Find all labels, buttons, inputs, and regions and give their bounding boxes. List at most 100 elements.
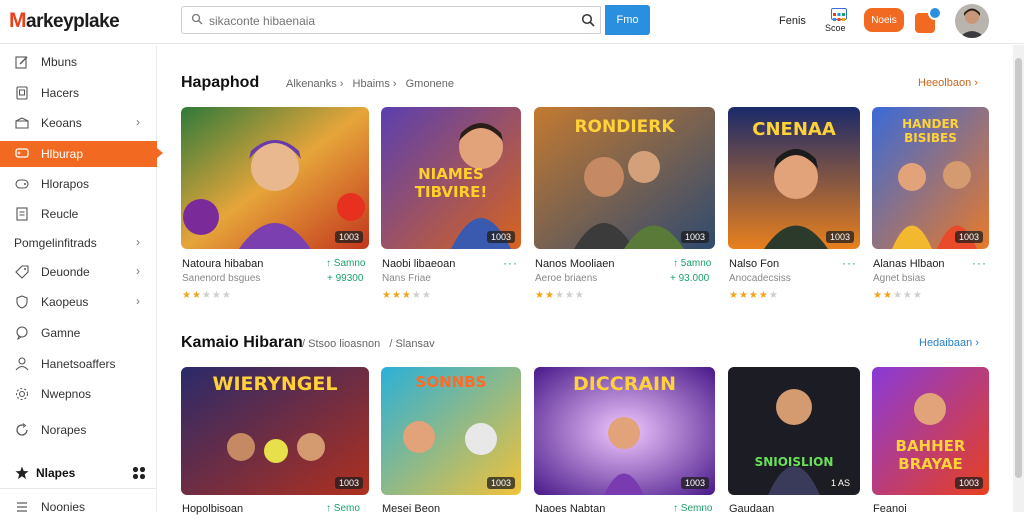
price-tag: 1003 <box>680 231 709 243</box>
search-box[interactable] <box>181 6 601 34</box>
more-options-icon[interactable]: ··· <box>842 256 857 270</box>
price-tag: 1003 <box>486 477 515 489</box>
price-tag: 1003 <box>334 231 363 243</box>
card-title[interactable]: Mesei Beon <box>382 503 440 515</box>
game-card[interactable]: HANDER BISIBES 1003 Alanas Hlbaon Agnet … <box>872 107 1024 307</box>
gamepad-icon <box>15 148 29 158</box>
card-title[interactable]: Nalso Fon <box>729 258 779 270</box>
rating-stars: ★★★★★ <box>729 290 779 301</box>
search-icon <box>191 13 203 25</box>
sidebar-item-hlburap[interactable]: Hlburap <box>0 141 163 167</box>
sidebar-item-gamne[interactable]: Gamne <box>0 321 157 345</box>
price-tag: 1003 <box>825 231 854 243</box>
see-all-link[interactable]: Hedaibaan › <box>919 337 979 349</box>
search-input[interactable] <box>209 11 549 31</box>
sidebar: Mbuns Hacers Keoans › Hlburap Hlorapos R… <box>0 45 163 514</box>
more-options-icon[interactable]: ··· <box>503 256 518 270</box>
apps-menu[interactable]: Scoe <box>825 8 850 33</box>
avatar[interactable] <box>955 4 989 38</box>
game-thumbnail[interactable]: WIERYNGEL 1003 <box>181 367 369 495</box>
top-nav-link[interactable]: Fenis <box>779 15 806 27</box>
thumbnail-art-title: RONDIERK <box>574 117 675 137</box>
section-title: Hapaphod <box>181 74 260 91</box>
breadcrumb-item[interactable]: Hbaims › <box>353 78 397 90</box>
magnifier-icon[interactable] <box>581 13 595 27</box>
game-card[interactable]: 1003 Natoura hibaban Sanenord bsgues ↑ S… <box>181 107 369 307</box>
game-card[interactable]: DICCRAIN 1003 Naoes Nabtan ↑ Semno <box>534 367 722 515</box>
more-options-icon[interactable]: ··· <box>972 256 987 270</box>
card-subtitle: Sanenord bsgues <box>182 273 261 284</box>
game-thumbnail[interactable]: HANDER BISIBES 1003 <box>872 107 989 249</box>
card-title[interactable]: Hopolbisoan <box>182 503 243 515</box>
grid-icon <box>831 8 847 21</box>
breadcrumb-item[interactable]: / Slansav <box>389 338 434 350</box>
card-title[interactable]: Alanas Hlbaon <box>873 258 945 270</box>
breadcrumb-item[interactable]: / Stsoo lioasnon <box>302 338 380 350</box>
search-button[interactable]: Fmo <box>605 5 650 35</box>
sidebar-item-mbuns[interactable]: Mbuns <box>0 50 157 74</box>
brand-logo[interactable]: Markeyplake <box>9 9 120 33</box>
game-thumbnail[interactable]: SNIOISLION 1 AS <box>728 367 860 495</box>
game-card[interactable]: BAHHER BRAYAE 1003 Feanoi <box>872 367 1024 515</box>
sidebar-item-hacers[interactable]: Hacers <box>0 81 157 105</box>
section-header: Kamaio Hibaran / Stsoo lioasnon / Slansa… <box>181 334 991 354</box>
sidebar-item-noonies[interactable]: Noonies <box>0 495 157 519</box>
sidebar-item-pomgelinfitrads[interactable]: Pomgelinfitrads › <box>0 231 157 255</box>
card-title[interactable]: Natoura hibaban <box>182 258 263 270</box>
breadcrumb-item[interactable]: Gmonene <box>406 78 454 90</box>
card-title[interactable]: Naoes Nabtan <box>535 503 605 515</box>
sidebar-item-reucle[interactable]: Reucle <box>0 202 157 226</box>
chevron-right-icon: › <box>136 235 140 249</box>
price-label: ↑ 5amno <box>673 258 712 269</box>
notification-badge <box>928 6 942 20</box>
box-icon <box>15 117 29 129</box>
sidebar-item-label: Kaopeus <box>41 295 89 309</box>
game-thumbnail[interactable]: DICCRAIN 1003 <box>534 367 715 495</box>
game-card[interactable]: RONDIERK 1003 Nanos Mooliaen Aeroe briae… <box>534 107 722 307</box>
sidebar-item-nwepnos[interactable]: Nwepnos <box>0 382 157 406</box>
game-thumbnail[interactable]: CNENAA 1003 <box>728 107 860 249</box>
game-thumbnail[interactable]: BAHHER BRAYAE 1003 <box>872 367 989 495</box>
game-thumbnail[interactable]: SONNBS 1003 <box>381 367 521 495</box>
breadcrumb-item[interactable]: Alkenanks › <box>286 78 343 90</box>
game-card[interactable]: WIERYNGEL 1003 Hopolbisoan ↑ Semo <box>181 367 369 515</box>
sidebar-item-keoans[interactable]: Keoans › <box>0 111 157 135</box>
sidebar-item-hlorapos[interactable]: Hlorapos <box>0 172 157 196</box>
sidebar-section-nlapes[interactable]: Nlapes <box>0 461 157 485</box>
game-thumbnail[interactable]: 1003 <box>181 107 369 249</box>
sidebar-item-kaopeus[interactable]: Kaopeus › <box>0 290 157 314</box>
price-label: ↑ Samno <box>326 258 366 269</box>
see-all-link[interactable]: Heeolbaon › <box>918 77 978 89</box>
card-title[interactable]: Gaudaan <box>729 503 774 515</box>
sidebar-item-hanetsoaffers[interactable]: Hanetsoaffers <box>0 352 157 376</box>
sidebar-item-label: Hlorapos <box>41 177 90 191</box>
apps-grid-icon[interactable] <box>132 466 146 480</box>
file-icon <box>16 207 28 221</box>
sidebar-item-label: Gamne <box>41 326 81 340</box>
game-thumbnail[interactable]: NIAMES TIBVIRE! 1003 <box>381 107 521 249</box>
puzzle-icon <box>15 466 29 479</box>
thumbnail-art-title: DICCRAIN <box>572 373 677 395</box>
sidebar-item-norapes[interactable]: Norapes <box>0 418 157 442</box>
sidebar-divider <box>0 488 157 489</box>
card-title[interactable]: Feanoi <box>873 503 907 515</box>
chevron-right-icon: › <box>136 264 140 278</box>
sidebar-item-label: Norapes <box>41 423 87 437</box>
sidebar-item-label: Deuonde <box>41 265 90 279</box>
sidebar-item-label: Nwepnos <box>41 387 92 401</box>
thumbnail-art-title: SONNBS <box>415 373 487 391</box>
card-subtitle: Agnet bsias <box>873 273 926 284</box>
primary-pill-button[interactable]: Noeis <box>864 8 904 32</box>
rating-stars: ★★★★★ <box>382 290 432 301</box>
sidebar-item-deuonde[interactable]: Deuonde › <box>0 260 157 284</box>
scrollbar-thumb[interactable] <box>1015 58 1022 478</box>
card-title[interactable]: Naobi libaeoan <box>382 258 455 270</box>
sidebar-item-label: Hacers <box>41 86 80 100</box>
cart-button[interactable] <box>913 5 945 37</box>
card-title[interactable]: Nanos Mooliaen <box>535 258 615 270</box>
price-tag: 1003 <box>954 231 983 243</box>
price-label: ↑ Semno <box>673 503 713 514</box>
game-thumbnail[interactable]: RONDIERK 1003 <box>534 107 715 249</box>
chat-icon <box>16 326 28 340</box>
breadcrumb: / Stsoo lioasnon / Slansav <box>302 338 441 350</box>
